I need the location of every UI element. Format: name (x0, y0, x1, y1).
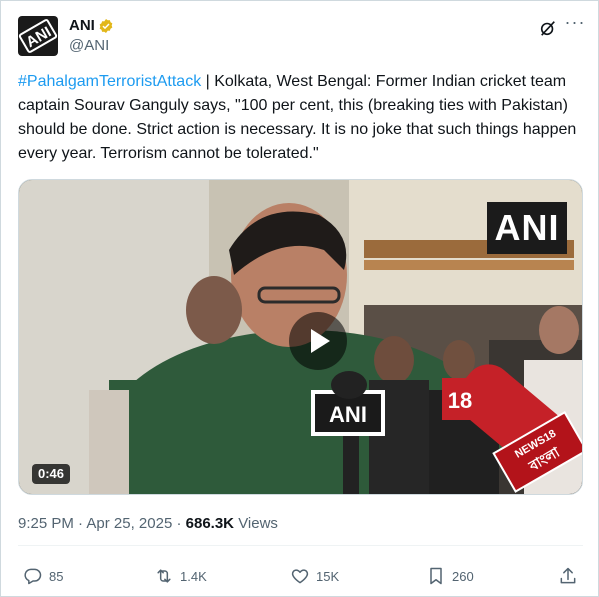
share-icon (560, 567, 576, 584)
tweet-meta: 9:25 PM · Apr 25, 2025 · 686.3K Views (18, 515, 278, 533)
video-duration: 0:46 (32, 464, 71, 484)
hashtag-link[interactable]: #PahalgamTerroristAttack (18, 73, 201, 90)
reply-count: 85 (49, 568, 64, 584)
play-icon (311, 329, 330, 353)
bookmark-count: 260 (452, 568, 474, 584)
reply-button[interactable]: 85 (23, 565, 63, 587)
ani-watermark: ANI (487, 202, 567, 254)
like-count: 15K (316, 568, 340, 584)
more-icon[interactable]: ··· (564, 13, 586, 37)
mic-18-logo: 18 (448, 388, 472, 413)
tweet-card: ANI ANI @ANI ··· #PahalgamTerroristAttac… (0, 0, 599, 597)
tweet-text: #PahalgamTerroristAttack | Kolkata, West… (18, 70, 578, 166)
repost-button[interactable]: 1.4K (154, 565, 207, 587)
repost-count: 1.4K (180, 568, 207, 584)
tweet-time[interactable]: 9:25 PM (18, 515, 74, 532)
video-player[interactable]: ANI 18 NEWS18 বাংলা ANI 0:46 (18, 179, 583, 495)
avatar[interactable]: ANI (18, 16, 58, 56)
tweet-date[interactable]: Apr 25, 2025 (86, 515, 172, 532)
meta-separator: · (176, 515, 182, 532)
bookmark-icon (430, 567, 442, 585)
verified-badge-icon (99, 19, 113, 33)
play-button[interactable] (289, 312, 347, 370)
reply-icon (24, 568, 42, 585)
views-label: Views (238, 515, 278, 532)
like-icon (291, 569, 309, 584)
like-button[interactable]: 15K (290, 565, 339, 587)
bookmark-button[interactable]: 260 (426, 565, 474, 587)
meta-separator: · (78, 515, 84, 532)
author-handle[interactable]: @ANI (69, 37, 109, 55)
mic-ani-logo: ANI (329, 402, 367, 427)
divider (18, 545, 583, 546)
share-button[interactable] (558, 565, 584, 587)
ani-logo: ANI (18, 17, 58, 55)
grok-icon[interactable] (539, 19, 557, 37)
views-count: 686.3K (185, 515, 235, 532)
repost-icon (157, 569, 171, 583)
author-name[interactable]: ANI (69, 17, 95, 35)
